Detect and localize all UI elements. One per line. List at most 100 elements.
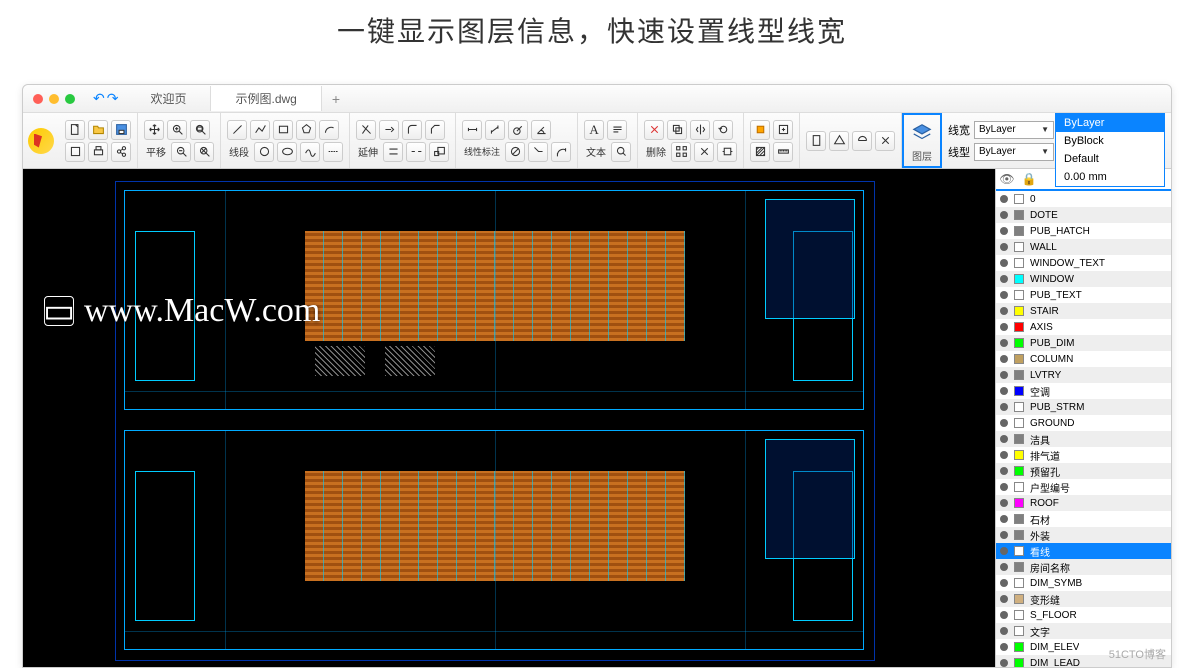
tool-3-button[interactable] — [852, 131, 872, 151]
diameter-dim-button[interactable] — [505, 142, 525, 162]
chamfer-button[interactable] — [425, 120, 445, 140]
text-button[interactable]: A — [584, 120, 604, 140]
offset-button[interactable] — [383, 142, 403, 162]
radius-dim-button[interactable] — [508, 120, 528, 140]
minimize-button[interactable] — [49, 94, 59, 104]
save-button[interactable] — [111, 120, 131, 140]
layer-row[interactable]: 空调 — [996, 383, 1171, 399]
layer-row[interactable]: AXIS — [996, 319, 1171, 335]
lw-option-default[interactable]: Default — [1056, 150, 1164, 168]
linewidth-select[interactable]: ByLayer▼ — [974, 121, 1054, 139]
arc-button[interactable] — [319, 120, 339, 140]
construction-line-button[interactable] — [323, 142, 343, 162]
undo-button[interactable]: ↶ — [93, 90, 105, 107]
scale-button[interactable] — [429, 142, 449, 162]
layer-row[interactable]: PUB_HATCH — [996, 223, 1171, 239]
zoom-in-button[interactable] — [167, 120, 187, 140]
layer-row[interactable]: PUB_TEXT — [996, 287, 1171, 303]
break-button[interactable] — [406, 142, 426, 162]
close-button[interactable] — [33, 94, 43, 104]
new-file-button[interactable] — [65, 120, 85, 140]
linetype-label: 线型 — [948, 144, 970, 160]
polygon-button[interactable] — [296, 120, 316, 140]
zoom-out-button[interactable] — [171, 142, 191, 162]
aligned-dim-button[interactable] — [485, 120, 505, 140]
trim-button[interactable] — [356, 120, 376, 140]
layer-row[interactable]: STAIR — [996, 303, 1171, 319]
rectangle-button[interactable] — [273, 120, 293, 140]
lw-option-byblock[interactable]: ByBlock — [1056, 132, 1164, 150]
layer-button[interactable] — [908, 119, 936, 147]
lw-option-bylayer[interactable]: ByLayer — [1056, 114, 1164, 132]
lock-column-icon[interactable]: 🔒 — [1018, 172, 1040, 186]
layer-row[interactable]: 变形缝 — [996, 591, 1171, 607]
layer-row[interactable]: LVTRY — [996, 367, 1171, 383]
layer-row[interactable]: PUB_DIM — [996, 335, 1171, 351]
layer-row[interactable]: WINDOW — [996, 271, 1171, 287]
tab-add-button[interactable]: + — [322, 91, 350, 107]
layer-row[interactable]: GROUND — [996, 415, 1171, 431]
linetype-select[interactable]: ByLayer▼ — [974, 143, 1054, 161]
fillet-button[interactable] — [402, 120, 422, 140]
layer-row[interactable]: WINDOW_TEXT — [996, 255, 1171, 271]
find-text-button[interactable] — [611, 142, 631, 162]
open-file-button[interactable] — [88, 120, 108, 140]
copy-button[interactable] — [667, 120, 687, 140]
layer-row[interactable]: 外装 — [996, 527, 1171, 543]
layer-row[interactable]: DIM_SYMB — [996, 575, 1171, 591]
drawing-canvas[interactable] — [23, 169, 995, 667]
circle-button[interactable] — [254, 142, 274, 162]
layer-row[interactable]: PUB_STRM — [996, 399, 1171, 415]
tool-4-button[interactable] — [875, 131, 895, 151]
delete-button[interactable] — [644, 120, 664, 140]
arc-dim-button[interactable] — [551, 142, 571, 162]
hatch-button[interactable] — [750, 142, 770, 162]
move-button[interactable] — [144, 120, 164, 140]
layer-row[interactable]: 预留孔 — [996, 463, 1171, 479]
layer-row[interactable]: DOTE — [996, 207, 1171, 223]
block-insert-button[interactable] — [750, 120, 770, 140]
leader-button[interactable] — [528, 142, 548, 162]
maximize-button[interactable] — [65, 94, 75, 104]
layer-row[interactable]: 0 — [996, 191, 1171, 207]
explode-button[interactable] — [694, 142, 714, 162]
stretch-button[interactable] — [717, 142, 737, 162]
lw-option-000[interactable]: 0.00 mm — [1056, 168, 1164, 186]
mirror-button[interactable] — [690, 120, 710, 140]
layer-row[interactable]: S_FLOOR — [996, 607, 1171, 623]
layer-row[interactable]: 户型编号 — [996, 479, 1171, 495]
zoom-window-button[interactable] — [190, 120, 210, 140]
layer-row[interactable]: COLUMN — [996, 351, 1171, 367]
tab-welcome[interactable]: 欢迎页 — [126, 86, 211, 111]
share-button[interactable] — [111, 142, 131, 162]
mtext-button[interactable] — [607, 120, 627, 140]
line-button[interactable] — [227, 120, 247, 140]
layer-row[interactable]: 排气道 — [996, 447, 1171, 463]
layer-row[interactable]: ROOF — [996, 495, 1171, 511]
measure-button[interactable] — [773, 142, 793, 162]
layer-row[interactable]: WALL — [996, 239, 1171, 255]
layer-row[interactable]: 文字 — [996, 623, 1171, 639]
ellipse-button[interactable] — [277, 142, 297, 162]
tab-example-dwg[interactable]: 示例图.dwg — [211, 86, 321, 111]
rotate-button[interactable] — [713, 120, 733, 140]
layer-row[interactable]: 房间名称 — [996, 559, 1171, 575]
layer-row[interactable]: 洁具 — [996, 431, 1171, 447]
extend-button[interactable] — [379, 120, 399, 140]
polyline-button[interactable] — [250, 120, 270, 140]
linear-dim-button[interactable] — [462, 120, 482, 140]
spline-button[interactable] — [300, 142, 320, 162]
layer-row[interactable]: 看线 — [996, 543, 1171, 559]
layer-row[interactable]: 石材 — [996, 511, 1171, 527]
array-button[interactable] — [671, 142, 691, 162]
layers-list[interactable]: 0DOTEPUB_HATCHWALLWINDOW_TEXTWINDOWPUB_T… — [996, 191, 1171, 667]
print-button[interactable] — [88, 142, 108, 162]
tool-1-button[interactable] — [806, 131, 826, 151]
visibility-column-icon[interactable]: 👁 — [996, 172, 1018, 186]
tool-2-button[interactable] — [829, 131, 849, 151]
angle-dim-button[interactable] — [531, 120, 551, 140]
redo-button[interactable]: ↷ — [107, 90, 119, 107]
block-create-button[interactable] — [773, 120, 793, 140]
export-button[interactable] — [65, 142, 85, 162]
zoom-extents-button[interactable] — [194, 142, 214, 162]
